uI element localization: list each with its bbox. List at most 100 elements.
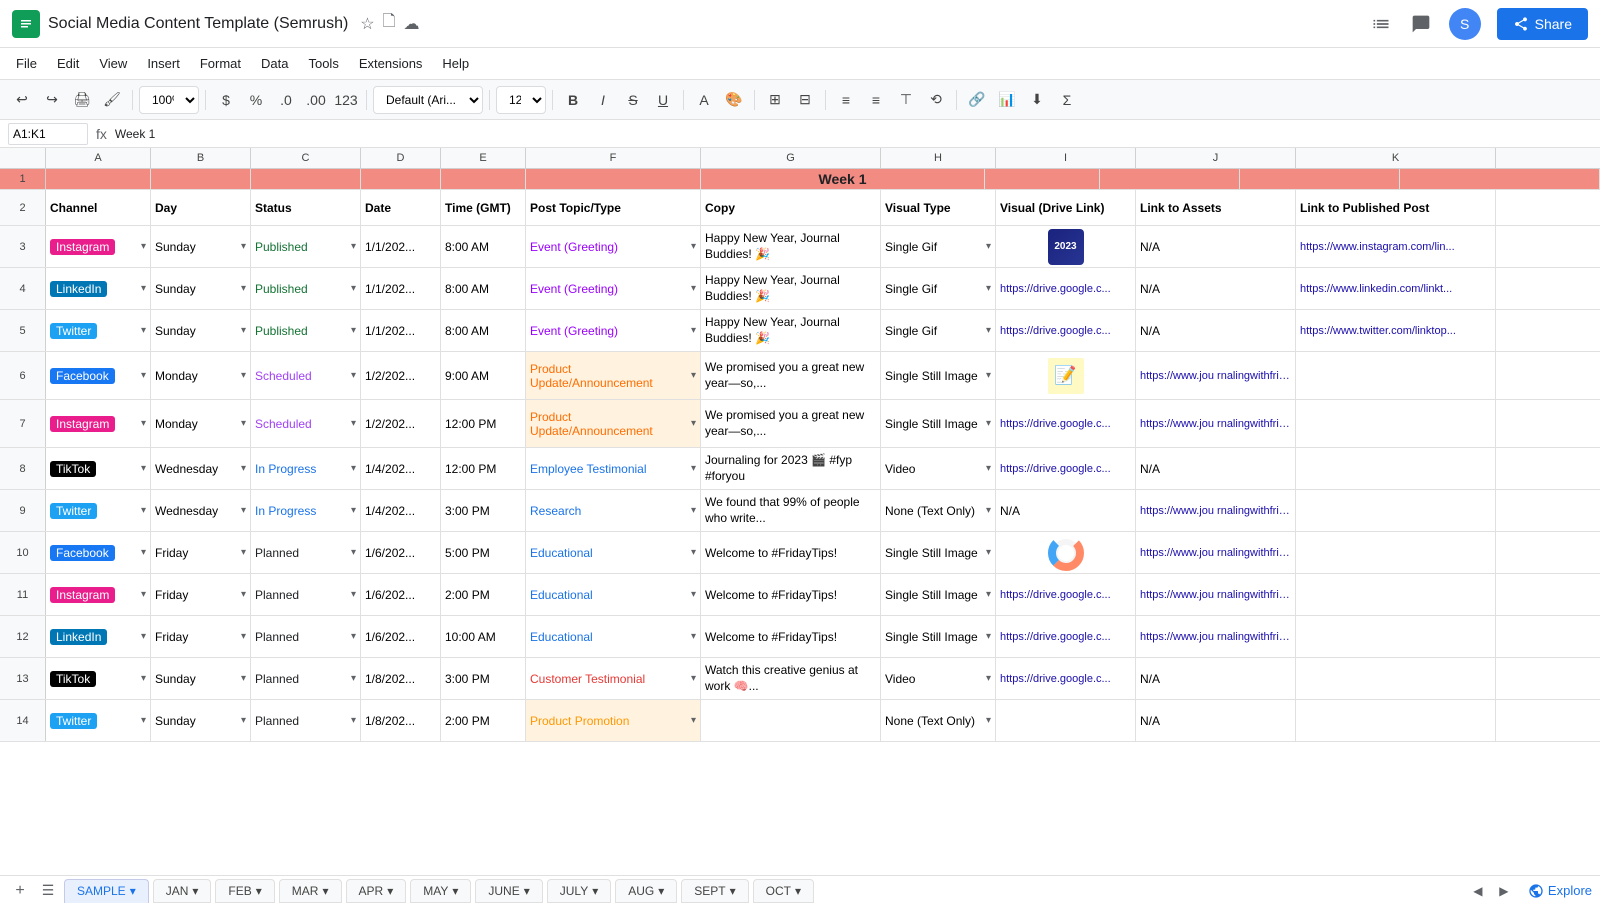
cell-visual-link-11[interactable]: https://drive.google.c...	[996, 574, 1136, 615]
cell-date-12[interactable]: 1/6/202...	[361, 616, 441, 657]
cell-copy-7[interactable]: We promised you a great new year—so,...	[701, 400, 881, 447]
row-num-10[interactable]: 10	[0, 532, 46, 573]
cell-visual-link-8[interactable]: https://drive.google.c...	[996, 448, 1136, 489]
cell-day-8[interactable]: Wednesday▾	[151, 448, 251, 489]
cell-date-9[interactable]: 1/4/202...	[361, 490, 441, 531]
cell-channel-11[interactable]: Instagram▾	[46, 574, 151, 615]
week-header-c[interactable]	[251, 169, 361, 189]
row-num-8[interactable]: 8	[0, 448, 46, 489]
row-num-9[interactable]: 9	[0, 490, 46, 531]
cell-visual-type-14[interactable]: None (Text Only)▾	[881, 700, 996, 741]
tab-dropdown-icon[interactable]: ▾	[130, 884, 136, 898]
explore-button[interactable]: Explore	[1528, 883, 1592, 899]
cell-channel-8[interactable]: TikTok▾	[46, 448, 151, 489]
cell-time-3[interactable]: 8:00 AM	[441, 226, 526, 267]
merge-button[interactable]: ⊟	[791, 86, 819, 114]
cell-visual-link-9[interactable]: N/A	[996, 490, 1136, 531]
cell-link-published-12[interactable]	[1296, 616, 1496, 657]
row-num-4[interactable]: 4	[0, 268, 46, 309]
cell-status-13[interactable]: Planned▾	[251, 658, 361, 699]
row-num-12[interactable]: 12	[0, 616, 46, 657]
cell-date-13[interactable]: 1/8/202...	[361, 658, 441, 699]
format-123-button[interactable]: 123	[332, 86, 360, 114]
cell-copy-14[interactable]	[701, 700, 881, 741]
cell-visual-type-12[interactable]: Single Still Image▾	[881, 616, 996, 657]
cell-visual-link-3[interactable]: 2023	[996, 226, 1136, 267]
cell-posttype-5[interactable]: Event (Greeting)▾	[526, 310, 701, 351]
cell-link-assets-7[interactable]: https://www.jou rnalingwithfrien...	[1136, 400, 1296, 447]
header-post-type[interactable]: Post Topic/Type	[526, 190, 701, 225]
cell-copy-3[interactable]: Happy New Year, Journal Buddies! 🎉	[701, 226, 881, 267]
sheet-tab-jan[interactable]: JAN ▾	[153, 879, 212, 903]
text-color-button[interactable]: A	[690, 86, 718, 114]
menu-insert[interactable]: Insert	[139, 52, 188, 75]
vertical-align-button[interactable]: ⊤	[892, 86, 920, 114]
decrease-decimal-button[interactable]: .0	[272, 86, 300, 114]
cell-day-12[interactable]: Friday▾	[151, 616, 251, 657]
cell-status-5[interactable]: Published▾	[251, 310, 361, 351]
cell-visual-type-10[interactable]: Single Still Image▾	[881, 532, 996, 573]
cell-time-12[interactable]: 10:00 AM	[441, 616, 526, 657]
sheet-tab-may[interactable]: MAY ▾	[410, 879, 471, 903]
chat-icon[interactable]	[1409, 12, 1433, 36]
font-size-select[interactable]: 12	[496, 86, 546, 114]
week-label-cell[interactable]: Week 1	[701, 169, 985, 189]
increase-decimal-button[interactable]: .00	[302, 86, 330, 114]
cell-channel-13[interactable]: TikTok▾	[46, 658, 151, 699]
week-header-d[interactable]	[361, 169, 441, 189]
cell-time-9[interactable]: 3:00 PM	[441, 490, 526, 531]
cell-day-10[interactable]: Friday▾	[151, 532, 251, 573]
cell-link-published-11[interactable]	[1296, 574, 1496, 615]
cell-date-11[interactable]: 1/6/202...	[361, 574, 441, 615]
cell-link-published-8[interactable]	[1296, 448, 1496, 489]
sheet-tab-mar[interactable]: MAR ▾	[279, 879, 342, 903]
sheet-tab-july[interactable]: JULY ▾	[547, 879, 611, 903]
sheet-menu-button[interactable]: ☰	[36, 879, 60, 903]
cell-link-assets-8[interactable]: N/A	[1136, 448, 1296, 489]
cell-visual-link-7[interactable]: https://drive.google.c...	[996, 400, 1136, 447]
print-button[interactable]: 🖨	[68, 86, 96, 114]
fill-color-button[interactable]: 🎨	[720, 86, 748, 114]
cell-channel-12[interactable]: LinkedIn▾	[46, 616, 151, 657]
cell-posttype-8[interactable]: Employee Testimonial▾	[526, 448, 701, 489]
cell-status-8[interactable]: In Progress▾	[251, 448, 361, 489]
cell-time-4[interactable]: 8:00 AM	[441, 268, 526, 309]
cell-status-14[interactable]: Planned▾	[251, 700, 361, 741]
cell-day-6[interactable]: Monday▾	[151, 352, 251, 399]
cell-copy-13[interactable]: Watch this creative genius at work 🧠...	[701, 658, 881, 699]
cell-link-published-4[interactable]: https://www.linkedin.com/linkt...	[1296, 268, 1496, 309]
cell-channel-14[interactable]: Twitter▾	[46, 700, 151, 741]
cell-copy-10[interactable]: Welcome to #FridayTips!	[701, 532, 881, 573]
menu-help[interactable]: Help	[434, 52, 477, 75]
analytics-icon[interactable]	[1369, 12, 1393, 36]
cell-visual-link-6[interactable]: 📝	[996, 352, 1136, 399]
cell-day-9[interactable]: Wednesday▾	[151, 490, 251, 531]
cell-channel-6[interactable]: Facebook▾	[46, 352, 151, 399]
col-header-j[interactable]: J	[1136, 148, 1296, 168]
cloud-icon[interactable]: ☁	[404, 14, 420, 34]
cell-channel-5[interactable]: Twitter▾	[46, 310, 151, 351]
cell-posttype-7[interactable]: Product Update/Announcement▾	[526, 400, 701, 447]
cell-date-7[interactable]: 1/2/202...	[361, 400, 441, 447]
borders-button[interactable]: ⊞	[761, 86, 789, 114]
menu-view[interactable]: View	[91, 52, 135, 75]
row-num-14[interactable]: 14	[0, 700, 46, 741]
cell-posttype-14[interactable]: Product Promotion▾	[526, 700, 701, 741]
cell-visual-type-13[interactable]: Video▾	[881, 658, 996, 699]
cell-visual-type-9[interactable]: None (Text Only)▾	[881, 490, 996, 531]
font-select[interactable]: Default (Ari...	[373, 86, 483, 114]
cell-visual-type-4[interactable]: Single Gif▾	[881, 268, 996, 309]
star-icon[interactable]: ☆	[360, 14, 374, 34]
text-wrap-button[interactable]: ⟲	[922, 86, 950, 114]
cell-copy-4[interactable]: Happy New Year, Journal Buddies! 🎉	[701, 268, 881, 309]
cell-visual-type-8[interactable]: Video▾	[881, 448, 996, 489]
cell-visual-link-14[interactable]	[996, 700, 1136, 741]
cell-link-assets-11[interactable]: https://www.jou rnalingwithfrien...	[1136, 574, 1296, 615]
col-header-i[interactable]: I	[996, 148, 1136, 168]
cell-link-assets-5[interactable]: N/A	[1136, 310, 1296, 351]
week-header-e[interactable]	[441, 169, 526, 189]
cell-link-published-9[interactable]	[1296, 490, 1496, 531]
cell-link-published-14[interactable]	[1296, 700, 1496, 741]
col-header-h[interactable]: H	[881, 148, 996, 168]
header-copy[interactable]: Copy	[701, 190, 881, 225]
